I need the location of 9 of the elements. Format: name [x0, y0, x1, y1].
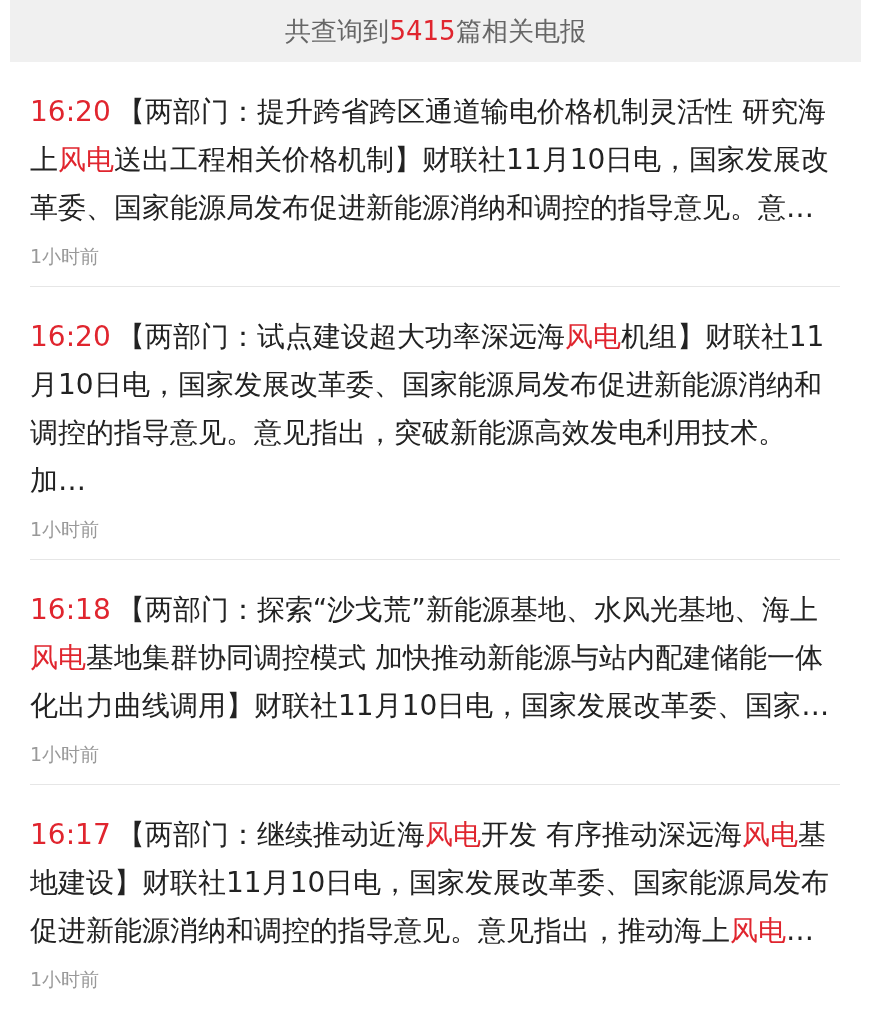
- news-headline[interactable]: 16:18 【两部门：探索“沙戈荒”新能源基地、水风光基地、海上 风电基地集群协同调控模式 加快推动新能源与站内配建储能一体化出力曲线调用】财联社11月10日电，国家发展改革委、国家…: [30, 586, 840, 730]
- news-headline[interactable]: 16:20 【两部门：提升跨省跨区通道输电价格机制灵活性 研究海上风电送出工程相关价格机制】财联社11月10日电，国家发展改革委、国家能源局发布促进新能源消纳和调控的指导意见。意…: [30, 88, 840, 232]
- result-count-text: 共查询到5415篇相关电报: [10, 0, 861, 62]
- news-headline[interactable]: 16:20 【两部门：试点建设超大功率深远海风电机组】财联社11月10日电，国家发展改革委、国家能源局发布促进新能源消纳和调控的指导意见。意见指出，突破新能源高效发电利用技术。加…: [30, 313, 840, 505]
- time-ago-text: 1小时前: [30, 244, 100, 269]
- time-ago-text: 1小时前: [30, 517, 100, 542]
- time-ago-text: 1小时前: [30, 742, 100, 767]
- news-headline[interactable]: 16:17 【两部门：继续推动近海风电开发 有序推动深远海风电基地建设】财联社11月10日电，国家发展改革委、国家能源局发布促进新能源消纳和调控的指导意见。意见指出，推动海上风电…: [30, 811, 840, 955]
- time-ago-text: 1小时前: [30, 967, 100, 992]
